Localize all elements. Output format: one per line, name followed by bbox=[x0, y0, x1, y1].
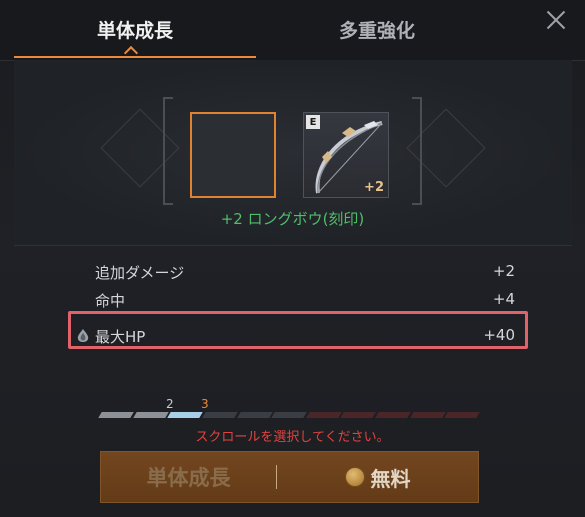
item-name: +2 ロングボウ(刻印) bbox=[220, 210, 365, 228]
tab-bar: 単体成長 多重強化 bbox=[0, 0, 585, 61]
stat-row: 追加ダメージ +2 bbox=[95, 258, 515, 286]
progress-label-current: 3 bbox=[201, 397, 209, 411]
stat-value: +4 bbox=[492, 290, 515, 308]
decor-bracket-right bbox=[412, 97, 422, 205]
progress-segment bbox=[444, 412, 480, 418]
growth-dialog: 単体成長 多重強化 E +2 +2 ロングボウ(刻印) 追加ダメージ +2 命中 bbox=[0, 0, 585, 517]
material-slot-empty[interactable] bbox=[190, 112, 276, 198]
progress-bar bbox=[98, 412, 480, 420]
decor-bracket-left bbox=[163, 97, 173, 205]
progress-segment bbox=[410, 412, 446, 418]
tab-multi-enhance[interactable]: 多重強化 bbox=[256, 0, 498, 58]
item-slot[interactable]: E +2 bbox=[303, 112, 389, 198]
action-label: 単体成長 bbox=[146, 466, 231, 490]
enchant-level: +2 bbox=[364, 180, 384, 195]
cost-label: 無料 bbox=[370, 466, 411, 491]
stat-row: 命中 +4 bbox=[95, 286, 515, 314]
cost-display: 無料 bbox=[277, 452, 478, 502]
stat-highlight-box bbox=[68, 311, 528, 349]
progress-segment bbox=[202, 412, 238, 418]
active-tab-indicator bbox=[14, 56, 256, 58]
stat-value: +2 bbox=[492, 262, 515, 280]
coin-icon bbox=[344, 467, 365, 487]
progress-segment bbox=[98, 412, 134, 418]
progress-segment bbox=[271, 412, 307, 418]
progress-labels: 2 3 bbox=[0, 397, 585, 411]
stat-label: 命中 bbox=[95, 292, 126, 310]
stat-label: 追加ダメージ bbox=[95, 264, 185, 282]
warning-message: スクロールを選択してください。 bbox=[195, 430, 390, 445]
progress-label: 2 bbox=[166, 397, 174, 411]
growth-action-button[interactable]: 単体成長 無料 bbox=[100, 451, 479, 503]
progress-segment bbox=[167, 412, 203, 418]
progress-segment bbox=[132, 412, 169, 418]
close-icon[interactable] bbox=[542, 6, 570, 34]
progress-segment bbox=[340, 412, 376, 418]
progress-segment bbox=[375, 412, 411, 418]
progress-segment bbox=[236, 412, 272, 418]
progress-segment bbox=[306, 412, 342, 418]
